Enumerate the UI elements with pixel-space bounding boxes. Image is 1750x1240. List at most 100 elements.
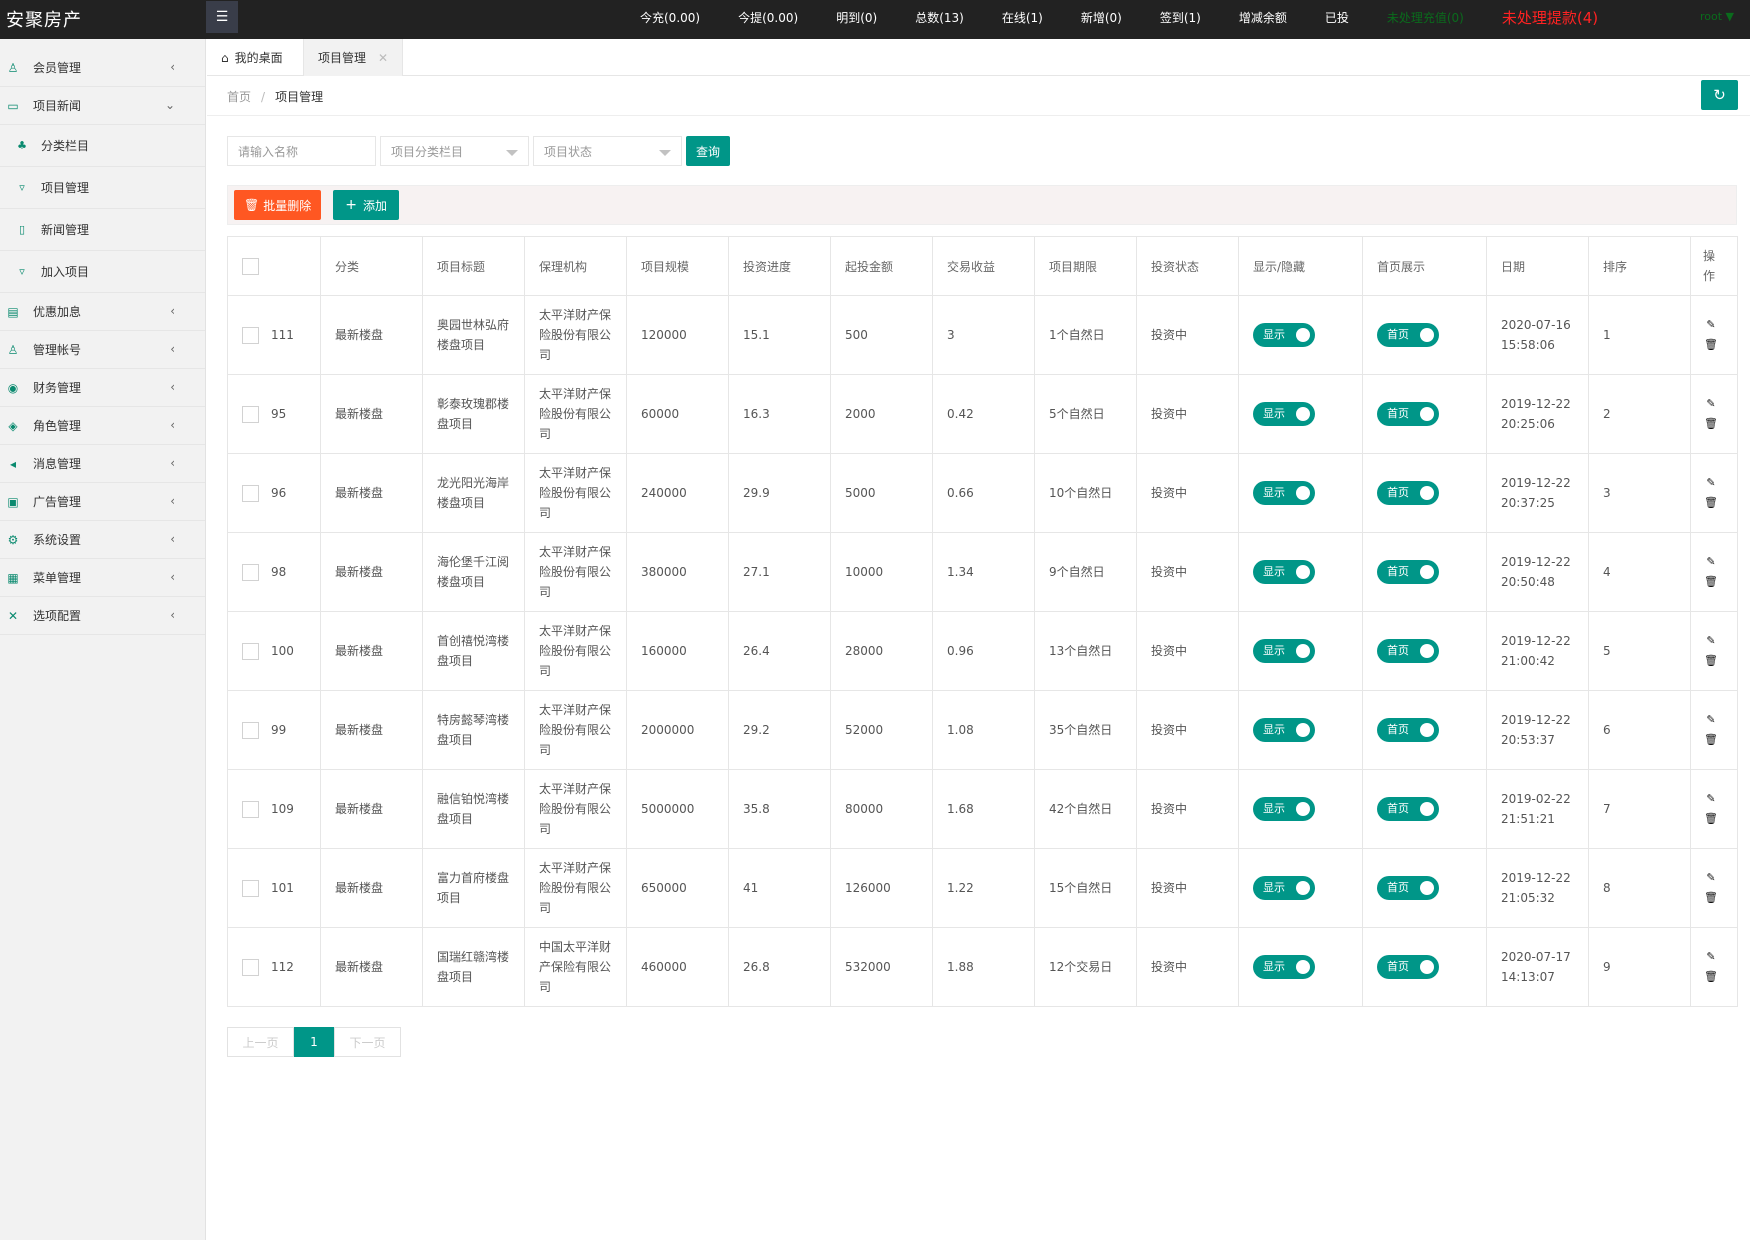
sidebar-item[interactable]: ▣ 广告管理 ‹ — [0, 483, 205, 521]
row-checkbox[interactable] — [242, 721, 259, 739]
sidebar-subitem[interactable]: ▿ 项目管理 — [0, 167, 205, 209]
trash-icon[interactable]: 🗑 — [1704, 651, 1718, 671]
show-toggle[interactable]: 显示 — [1253, 402, 1315, 426]
name-search-input[interactable]: 请输入名称 — [227, 136, 376, 166]
show-toggle[interactable]: 显示 — [1253, 955, 1315, 979]
top-stat-link[interactable]: 在线(1) — [1002, 9, 1043, 26]
sidebar-item[interactable]: ▤ 优惠加息 ‹ — [0, 293, 205, 331]
refresh-icon[interactable]: ↻ — [1701, 80, 1738, 110]
top-stat-link[interactable]: 明到(0) — [836, 9, 877, 26]
home-toggle[interactable]: 首页 — [1377, 481, 1439, 505]
prev-page-button[interactable]: 上一页 — [227, 1027, 294, 1057]
row-checkbox[interactable] — [242, 800, 259, 818]
row-checkbox[interactable] — [242, 642, 259, 660]
batch-delete-button[interactable]: 🗑 批量删除 — [234, 190, 322, 220]
breadcrumb-home[interactable]: 首页 — [227, 90, 251, 104]
home-toggle[interactable]: 首页 — [1377, 797, 1439, 821]
edit-icon[interactable]: ✎ — [1706, 315, 1715, 335]
row-select-cell: 109 — [227, 769, 321, 849]
trash-icon[interactable]: 🗑 — [1704, 493, 1718, 513]
show-toggle[interactable]: 显示 — [1253, 560, 1315, 584]
show-toggle[interactable]: 显示 — [1253, 876, 1315, 900]
top-stat-link[interactable]: 新增(0) — [1081, 9, 1122, 26]
top-stat-link[interactable]: 今充(0.00) — [640, 9, 700, 26]
date-time: 20:53:37 — [1501, 733, 1555, 747]
cell-ops: ✎ 🗑 — [1690, 374, 1738, 454]
top-stat-link[interactable]: 已投 — [1325, 9, 1349, 26]
edit-icon[interactable]: ✎ — [1706, 473, 1715, 493]
edit-icon[interactable]: ✎ — [1706, 710, 1715, 730]
sidebar-subitem[interactable]: ▯ 新闻管理 — [0, 209, 205, 251]
menu-toggle-icon[interactable]: ☰ — [206, 1, 238, 33]
tab-bar: ⌂ 我的桌面 项目管理 ✕ — [207, 39, 1750, 76]
pending-withdraw-link[interactable]: 未处理提款(4) — [1502, 7, 1598, 28]
top-stat-link[interactable]: 今提(0.00) — [738, 9, 798, 26]
show-toggle[interactable]: 显示 — [1253, 481, 1315, 505]
row-checkbox[interactable] — [242, 484, 259, 502]
sidebar-subitem[interactable]: ♣ 分类栏目 — [0, 125, 205, 167]
sidebar-item[interactable]: ▭ 项目新闻 ⌄ — [0, 87, 205, 125]
edit-icon[interactable]: ✎ — [1706, 868, 1715, 888]
home-toggle[interactable]: 首页 — [1377, 402, 1439, 426]
close-icon[interactable]: ✕ — [378, 51, 388, 65]
home-toggle[interactable]: 首页 — [1377, 639, 1439, 663]
status-select[interactable]: 项目状态 — [533, 136, 682, 166]
edit-icon[interactable]: ✎ — [1706, 394, 1715, 414]
page-1-button[interactable]: 1 — [294, 1027, 334, 1057]
home-toggle[interactable]: 首页 — [1377, 560, 1439, 584]
date-day: 2019-12-22 — [1501, 555, 1571, 569]
trash-icon[interactable]: 🗑 — [1704, 414, 1718, 434]
row-checkbox[interactable] — [242, 405, 259, 423]
row-checkbox[interactable] — [242, 326, 259, 344]
show-toggle[interactable]: 显示 — [1253, 639, 1315, 663]
edit-icon[interactable]: ✎ — [1706, 552, 1715, 572]
show-toggle[interactable]: 显示 — [1253, 323, 1315, 347]
top-stat-link[interactable]: 增减余额 — [1239, 9, 1287, 26]
cell-ops: ✎ 🗑 — [1690, 295, 1738, 375]
cell-sort: 5 — [1588, 611, 1691, 691]
tab-home[interactable]: ⌂ 我的桌面 — [207, 39, 297, 76]
trash-icon[interactable]: 🗑 — [1704, 888, 1718, 908]
cell-title: 龙光阳光海岸楼盘项目 — [422, 453, 525, 533]
cell-show: 显示 — [1238, 295, 1363, 375]
top-stat-link[interactable]: 总数(13) — [915, 9, 964, 26]
row-checkbox[interactable] — [242, 958, 259, 976]
cell-yield: 0.96 — [932, 611, 1035, 691]
trash-icon[interactable]: 🗑 — [1704, 335, 1718, 355]
sidebar-item[interactable]: ◂ 消息管理 ‹ — [0, 445, 205, 483]
trash-icon[interactable]: 🗑 — [1704, 967, 1718, 987]
add-button[interactable]: + 添加 — [333, 190, 399, 220]
next-page-button[interactable]: 下一页 — [334, 1027, 401, 1057]
tab-project-manage[interactable]: 项目管理 ✕ — [303, 39, 404, 76]
top-stat-link[interactable]: 签到(1) — [1160, 9, 1201, 26]
row-checkbox[interactable] — [242, 879, 259, 897]
trash-icon[interactable]: 🗑 — [1704, 809, 1718, 829]
home-toggle[interactable]: 首页 — [1377, 876, 1439, 900]
user-menu[interactable]: root ▼ — [1700, 10, 1734, 23]
sidebar-item[interactable]: ▦ 菜单管理 ‹ — [0, 559, 205, 597]
grid-icon: ▦ — [7, 570, 19, 585]
sidebar-item[interactable]: ◉ 财务管理 ‹ — [0, 369, 205, 407]
trash-icon[interactable]: 🗑 — [1704, 572, 1718, 592]
query-button[interactable]: 查询 — [686, 136, 730, 166]
sidebar-subitem[interactable]: ▿ 加入项目 — [0, 251, 205, 293]
trash-icon[interactable]: 🗑 — [1704, 730, 1718, 750]
sidebar-item[interactable]: ⚙ 系统设置 ‹ — [0, 521, 205, 559]
pending-recharge-link[interactable]: 未处理充值(0) — [1387, 9, 1464, 26]
home-toggle[interactable]: 首页 — [1377, 955, 1439, 979]
show-toggle[interactable]: 显示 — [1253, 718, 1315, 742]
edit-icon[interactable]: ✎ — [1706, 631, 1715, 651]
sidebar-item[interactable]: ♙ 会员管理 ‹ — [0, 49, 205, 87]
edit-icon[interactable]: ✎ — [1706, 947, 1715, 967]
sidebar-item[interactable]: ✕ 选项配置 ‹ — [0, 597, 205, 635]
column-header: 首页展示 — [1362, 236, 1487, 296]
row-checkbox[interactable] — [242, 563, 259, 581]
category-select[interactable]: 项目分类栏目 — [380, 136, 529, 166]
home-toggle[interactable]: 首页 — [1377, 323, 1439, 347]
edit-icon[interactable]: ✎ — [1706, 789, 1715, 809]
select-all-checkbox[interactable] — [242, 257, 259, 275]
sidebar-item[interactable]: ◈ 角色管理 ‹ — [0, 407, 205, 445]
sidebar-item[interactable]: ♙ 管理帐号 ‹ — [0, 331, 205, 369]
home-toggle[interactable]: 首页 — [1377, 718, 1439, 742]
show-toggle[interactable]: 显示 — [1253, 797, 1315, 821]
